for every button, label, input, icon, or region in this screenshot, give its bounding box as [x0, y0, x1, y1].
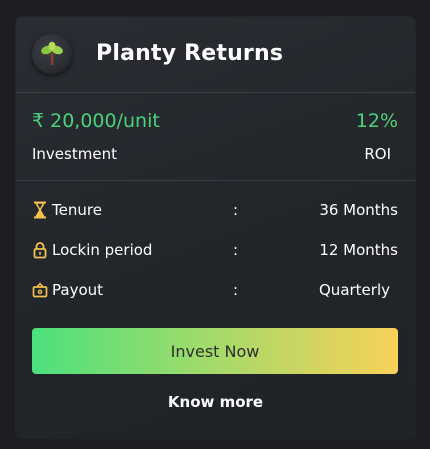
tenure-label: Tenure — [52, 201, 102, 219]
lock-icon — [32, 241, 48, 259]
card-header: Planty Returns — [16, 17, 415, 93]
tenure-value: 36 Months — [319, 201, 398, 219]
hourglass-icon — [32, 201, 48, 219]
detail-row-payout: Payout : Quarterly — [16, 278, 415, 302]
know-more-link[interactable]: Know more — [16, 390, 415, 414]
payout-label: Payout — [52, 281, 104, 299]
investment-summary: ₹ 20,000/unit 12% Investment ROI — [16, 93, 415, 181]
lockin-value: 12 Months — [319, 241, 398, 259]
investment-card: Planty Returns ₹ 20,000/unit 12% Investm… — [16, 17, 415, 438]
separator: : — [233, 201, 239, 219]
investment-label: Investment — [32, 145, 117, 163]
card-title: Planty Returns — [96, 41, 284, 66]
roi-label: ROI — [364, 145, 391, 163]
separator: : — [233, 281, 239, 299]
separator: : — [233, 241, 239, 259]
payout-value: Quarterly — [319, 281, 390, 299]
sapling-icon — [32, 34, 72, 74]
lockin-label: Lockin period — [52, 241, 153, 259]
roi-value: 12% — [355, 110, 398, 132]
wallet-icon — [32, 281, 48, 299]
unit-price: ₹ 20,000/unit — [32, 110, 160, 132]
invest-now-button[interactable]: Invest Now — [32, 328, 398, 374]
detail-row-tenure: Tenure : 36 Months — [16, 198, 415, 222]
detail-row-lockin: Lockin period : 12 Months — [16, 238, 415, 262]
